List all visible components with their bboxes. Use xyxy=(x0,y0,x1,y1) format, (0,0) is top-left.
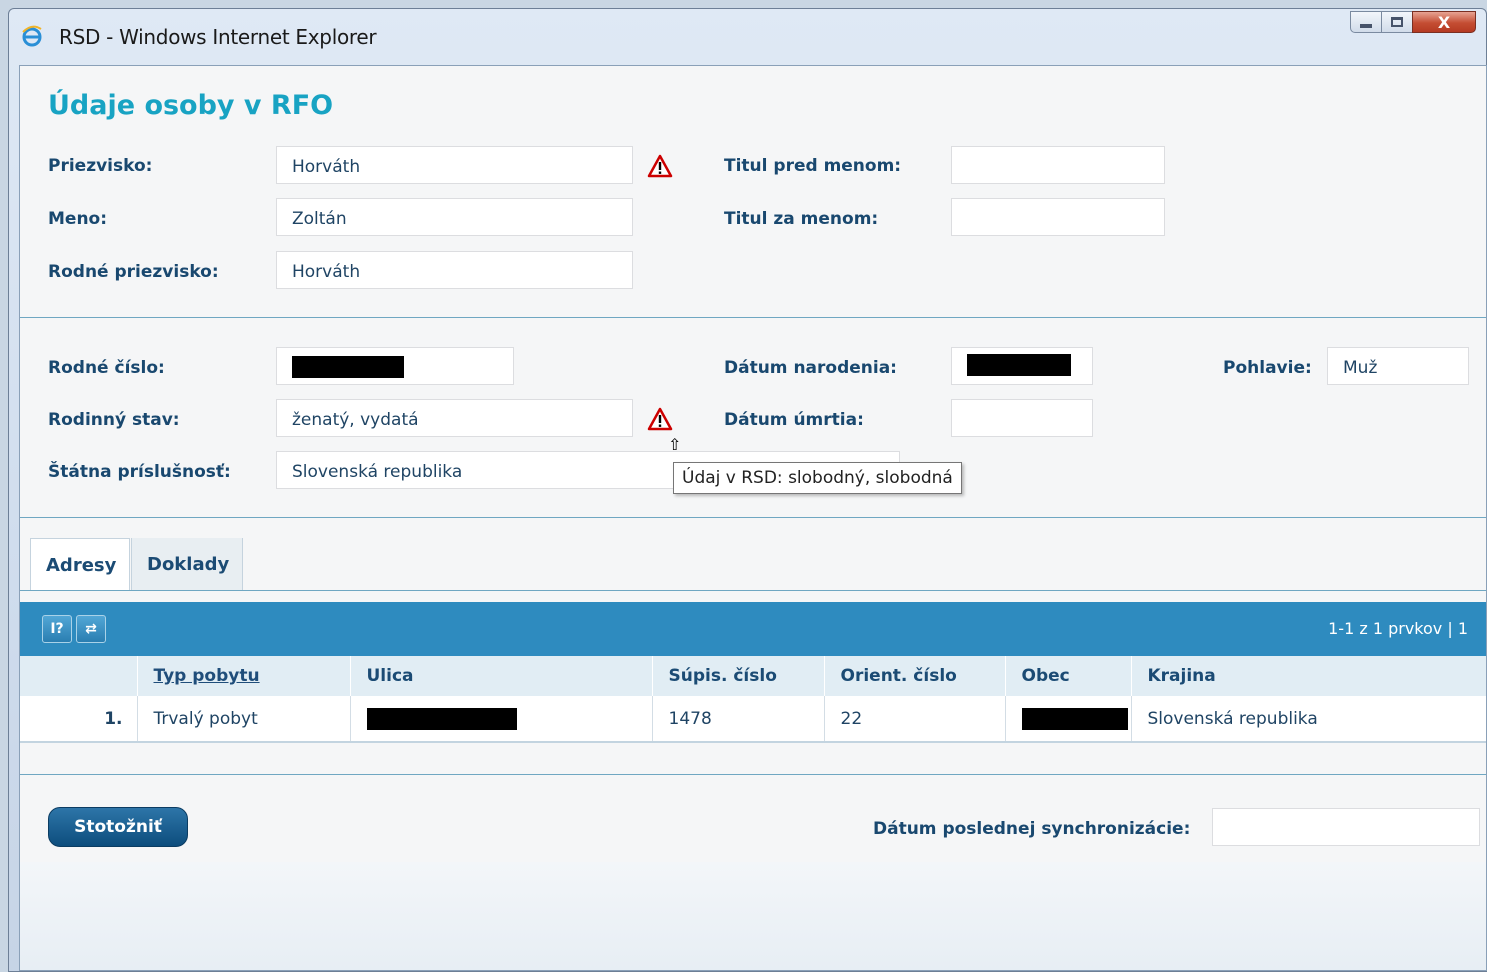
tabs-area: Adresy Doklady xyxy=(20,518,1486,602)
meno-field[interactable]: Zoltán xyxy=(276,198,633,236)
pohlavie-label: Pohlavie: xyxy=(1223,358,1312,378)
table-row[interactable]: 1. Trvalý pobyt 1478 22 Slovenská republ… xyxy=(20,696,1486,743)
window-controls: X xyxy=(1350,11,1476,33)
column-header-obec: Obec xyxy=(1004,656,1131,696)
column-header-supis-cislo: Súpis. číslo xyxy=(651,656,824,696)
titul-za-label: Titul za menom: xyxy=(724,209,879,229)
sync-date-label: Dátum poslednej synchronizácie: xyxy=(873,819,1191,839)
grid-footer-spacer xyxy=(20,743,1486,775)
column-header-orient-cislo: Orient. číslo xyxy=(823,656,1005,696)
row-number: 1. xyxy=(20,696,137,743)
tooltip: Údaj v RSD: slobodný, slobodná xyxy=(673,462,962,494)
datum-umrtia-field[interactable] xyxy=(951,399,1093,437)
cell-obec xyxy=(1004,696,1131,743)
maximize-button[interactable] xyxy=(1381,11,1413,33)
warning-icon[interactable] xyxy=(647,407,673,431)
bottom-area xyxy=(20,862,1486,970)
grid-toolbar: I? ⇄ 1-1 z 1 prvkov | 1 xyxy=(20,602,1486,656)
browser-window: RSD - Windows Internet Explorer X Údaje … xyxy=(8,8,1487,972)
titul-za-field[interactable] xyxy=(951,198,1165,236)
rodne-cislo-field[interactable] xyxy=(276,347,514,385)
close-button[interactable]: X xyxy=(1412,11,1476,33)
redaction-bar xyxy=(292,356,404,378)
tab-adresy[interactable]: Adresy xyxy=(30,538,130,590)
redaction-bar xyxy=(366,707,517,730)
priezvisko-field[interactable]: Horváth xyxy=(276,146,633,184)
rodne-cislo-label: Rodné číslo: xyxy=(48,358,165,378)
column-header-index xyxy=(20,656,137,696)
cell-supis-cislo: 1478 xyxy=(651,696,824,743)
footer: Stotožniť Dátum poslednej synchronizácie… xyxy=(20,775,1486,875)
priezvisko-label: Priezvisko: xyxy=(48,156,153,176)
internet-explorer-icon xyxy=(22,25,42,47)
datum-narodenia-field[interactable] xyxy=(951,347,1093,385)
rodne-priezvisko-label: Rodné priezvisko: xyxy=(48,262,219,282)
name-section: Priezvisko: Horváth Titul pred menom: Me… xyxy=(20,136,1486,318)
maximize-icon xyxy=(1391,17,1403,27)
cell-ulica xyxy=(349,696,652,743)
warning-icon[interactable] xyxy=(647,154,673,178)
column-header-typ-pobytu[interactable]: Typ pobytu xyxy=(136,656,350,696)
page-content: Údaje osoby v RFO Priezvisko: Horváth Ti… xyxy=(19,65,1487,971)
column-header-krajina: Krajina xyxy=(1130,656,1486,696)
pohlavie-field[interactable]: Muž xyxy=(1327,347,1469,385)
cell-typ-pobytu: Trvalý pobyt xyxy=(136,696,350,743)
refresh-icon[interactable]: ⇄ xyxy=(76,615,106,643)
table-header-row: Typ pobytu Ulica Súpis. číslo Orient. čí… xyxy=(20,656,1486,696)
page-header: Údaje osoby v RFO xyxy=(20,66,1486,136)
column-chooser-icon[interactable]: I? xyxy=(42,615,72,643)
rodinny-stav-field[interactable]: ženatý, vydatá xyxy=(276,399,633,437)
mouse-cursor-icon: ⇧ xyxy=(668,435,682,454)
page-title: Údaje osoby v RFO xyxy=(48,90,334,121)
cell-orient-cislo: 22 xyxy=(823,696,1005,743)
meno-label: Meno: xyxy=(48,209,108,229)
rodinny-stav-label: Rodinný stav: xyxy=(48,410,180,430)
tab-doklady[interactable]: Doklady xyxy=(131,538,243,590)
cell-krajina: Slovenská republika xyxy=(1130,696,1486,743)
statna-prislusnost-label: Štátna príslušnosť: xyxy=(48,462,231,482)
datum-narodenia-label: Dátum narodenia: xyxy=(724,358,897,378)
address-table: Typ pobytu Ulica Súpis. číslo Orient. čí… xyxy=(20,656,1486,743)
sync-date-field[interactable] xyxy=(1212,808,1480,846)
minimize-button[interactable] xyxy=(1350,11,1382,33)
pager[interactable]: 1-1 z 1 prvkov | 1 xyxy=(1328,619,1468,638)
close-icon: X xyxy=(1437,12,1451,32)
window-title: RSD - Windows Internet Explorer xyxy=(59,25,377,49)
titul-pred-field[interactable] xyxy=(951,146,1165,184)
redaction-bar xyxy=(967,354,1071,376)
column-header-ulica: Ulica xyxy=(349,656,652,696)
redaction-bar xyxy=(1021,707,1128,730)
titul-pred-label: Titul pred menom: xyxy=(724,156,902,176)
minimize-icon xyxy=(1360,24,1372,28)
rodne-priezvisko-field[interactable]: Horváth xyxy=(276,251,633,289)
datum-umrtia-label: Dátum úmrtia: xyxy=(724,410,864,430)
title-bar: RSD - Windows Internet Explorer X xyxy=(9,9,1486,65)
stotoznit-button[interactable]: Stotožniť xyxy=(48,807,188,847)
tab-divider xyxy=(20,590,1486,591)
